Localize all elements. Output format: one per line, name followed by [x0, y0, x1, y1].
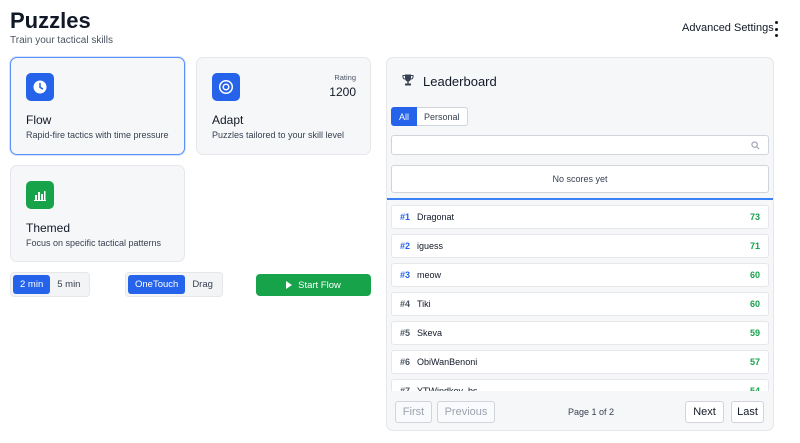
- bar-chart-icon: [26, 181, 54, 209]
- advanced-settings-button[interactable]: Advanced Settings: [682, 22, 774, 34]
- rank: #5: [400, 328, 411, 338]
- play-icon: [286, 281, 293, 289]
- previous-page-button[interactable]: Previous: [437, 401, 495, 423]
- leaderboard-list: #1 Dragonat 73 #2 iguess 71 #3 meow 60 #4 Tiki 60 #5…: [391, 205, 769, 391]
- page-title: Puzzles: [10, 8, 91, 33]
- mode-description: Puzzles tailored to your skill level: [212, 130, 345, 140]
- player-name: Skeva: [417, 328, 443, 338]
- time-option-5min[interactable]: 5 min: [50, 275, 87, 294]
- next-page-button[interactable]: Next: [685, 401, 724, 423]
- score: 60: [749, 270, 760, 280]
- target-icon: [212, 73, 240, 101]
- input-option-onetouch[interactable]: OneTouch: [128, 275, 186, 294]
- input-option-drag[interactable]: Drag: [185, 275, 220, 294]
- rating-label: Rating: [334, 73, 356, 82]
- rank: #2: [400, 241, 411, 251]
- last-page-button[interactable]: Last: [731, 401, 764, 423]
- tab-personal[interactable]: Personal: [417, 107, 468, 126]
- mode-card-flow[interactable]: Flow Rapid-fire tactics with time pressu…: [10, 57, 185, 155]
- divider: [387, 198, 773, 200]
- mode-description: Focus on specific tactical patterns: [26, 238, 162, 248]
- no-scores-message: No scores yet: [391, 165, 769, 193]
- player-name: Dragonat: [417, 212, 455, 222]
- leaderboard-tabs: All Personal: [391, 107, 468, 126]
- leaderboard-row[interactable]: #1 Dragonat 73: [391, 205, 769, 229]
- clock-icon: [26, 73, 54, 101]
- leaderboard-row[interactable]: #3 meow 60: [391, 263, 769, 287]
- player-name: meow: [417, 270, 442, 280]
- input-mode-toggle: OneTouch Drag: [125, 272, 223, 297]
- score: 73: [749, 212, 760, 222]
- leaderboard-title: Leaderboard: [423, 74, 497, 89]
- mode-title: Adapt: [212, 113, 244, 127]
- start-flow-button[interactable]: Start Flow: [256, 274, 371, 296]
- rank: #3: [400, 270, 411, 280]
- score: 57: [749, 357, 760, 367]
- player-name: YTWindkey_bs: [417, 386, 478, 391]
- search-box: [391, 135, 769, 155]
- start-flow-label: Start Flow: [298, 279, 341, 291]
- rank: #7: [400, 386, 411, 391]
- score: 54: [749, 386, 760, 391]
- score: 59: [749, 328, 760, 338]
- leaderboard-row[interactable]: #2 iguess 71: [391, 234, 769, 258]
- first-page-button[interactable]: First: [395, 401, 432, 423]
- mode-card-themed[interactable]: Themed Focus on specific tactical patter…: [10, 165, 185, 262]
- score: 71: [749, 241, 760, 251]
- more-options-icon[interactable]: [770, 21, 782, 37]
- page-subtitle: Train your tactical skills: [10, 35, 113, 46]
- mode-title: Flow: [26, 113, 52, 127]
- mode-title: Themed: [26, 221, 71, 235]
- leaderboard-row[interactable]: #5 Skeva 59: [391, 321, 769, 345]
- player-name: ObiWanBenoni: [417, 357, 478, 367]
- leaderboard-row[interactable]: #6 ObiWanBenoni 57: [391, 350, 769, 374]
- leaderboard-row[interactable]: #7 YTWindkey_bs 54: [391, 379, 769, 391]
- search-icon: [751, 141, 760, 150]
- pagination: First Previous Page 1 of 2 Next Last: [387, 393, 773, 430]
- rank: #1: [400, 212, 411, 222]
- leaderboard-row[interactable]: #4 Tiki 60: [391, 292, 769, 316]
- leaderboard-panel: Leaderboard All Personal No scores yet #…: [386, 57, 774, 431]
- trophy-icon: [402, 74, 414, 86]
- rating-value: 1200: [329, 85, 356, 99]
- tab-all[interactable]: All: [391, 107, 418, 126]
- score: 60: [749, 299, 760, 309]
- rank: #4: [400, 299, 411, 309]
- player-name: Tiki: [417, 299, 431, 309]
- player-name: iguess: [417, 241, 444, 251]
- mode-card-adapt[interactable]: Rating 1200 Adapt Puzzles tailored to yo…: [196, 57, 371, 155]
- time-toggle: 2 min 5 min: [10, 272, 91, 297]
- rank: #6: [400, 357, 411, 367]
- mode-description: Rapid-fire tactics with time pressure: [26, 130, 169, 140]
- page-info: Page 1 of 2: [568, 407, 615, 417]
- time-option-2min[interactable]: 2 min: [13, 275, 51, 294]
- search-input[interactable]: [392, 137, 742, 155]
